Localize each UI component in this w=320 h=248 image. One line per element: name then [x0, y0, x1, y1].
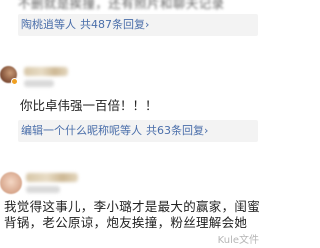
reply-total: 共487条回复	[80, 18, 145, 31]
watermark: Kule文件	[217, 235, 259, 246]
verified-badge-icon	[11, 78, 18, 85]
username[interactable]	[26, 173, 78, 182]
comment-meta	[24, 80, 54, 87]
chevron-right-icon: ›	[204, 124, 209, 137]
reply-participants: 编辑一个什么昵称呢等人	[21, 124, 142, 137]
comment-text: 我觉得这事儿，李小璐才是最大的赢家，闺蜜背锅，老公原谅，炮友挨撞，粉丝理解会她	[4, 199, 261, 230]
chevron-right-icon: ›	[145, 18, 150, 31]
avatar[interactable]	[0, 172, 22, 194]
comment-meta	[26, 186, 60, 193]
reply-participants: 陶桃逍等人	[21, 18, 76, 31]
reply-summary-2[interactable]: 编辑一个什么昵称呢等人 共63条回复›	[18, 120, 258, 142]
reply-total: 共63条回复	[146, 124, 204, 137]
username[interactable]	[24, 67, 68, 76]
comment-text: 你比卓伟强一百倍！！！	[20, 98, 158, 113]
previous-comment-text: 不删就是挨撞，还有照片和聊天记录	[18, 0, 225, 11]
reply-summary-1[interactable]: 陶桃逍等人 共487条回复›	[18, 14, 258, 36]
